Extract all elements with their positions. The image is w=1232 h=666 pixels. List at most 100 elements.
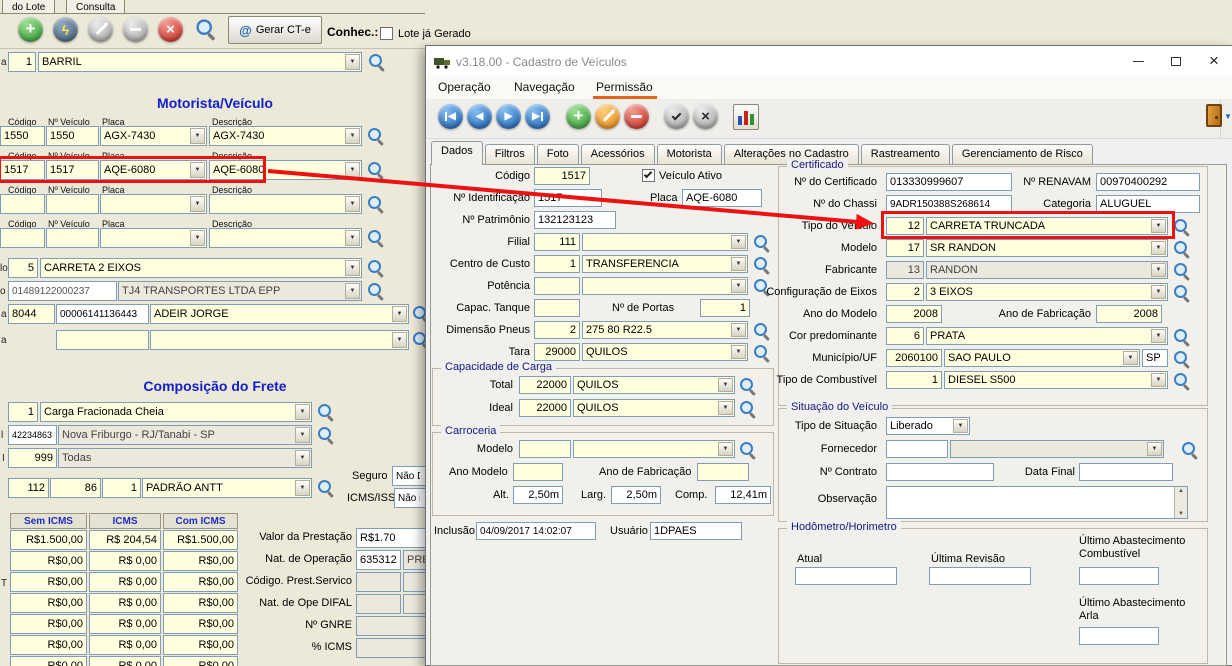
- cor-combo[interactable]: PRATA: [926, 327, 1168, 345]
- search-icon[interactable]: [195, 18, 217, 40]
- alt-field[interactable]: 2,50m: [513, 486, 563, 504]
- edit-button[interactable]: [88, 17, 113, 42]
- total-cell[interactable]: R$0,00: [10, 593, 87, 613]
- fabricante-combo[interactable]: RANDON: [926, 261, 1168, 279]
- dropdown-arrow-icon[interactable]: [1151, 329, 1166, 343]
- modelo-combo[interactable]: SR RANDON: [926, 239, 1168, 257]
- carroceria-modelo-combo[interactable]: [573, 440, 735, 458]
- praca-combo[interactable]: BARRIL: [38, 52, 362, 72]
- dropdown-arrow-icon[interactable]: [190, 196, 205, 212]
- num-certificado-field[interactable]: 013330999607: [886, 173, 1012, 191]
- total-cell[interactable]: R$1.500,00: [10, 530, 87, 550]
- codigo-field[interactable]: 1517: [534, 167, 590, 185]
- dropdown-arrow-icon[interactable]: [345, 196, 360, 212]
- vehicle-num-field[interactable]: 1550: [46, 126, 99, 146]
- comp-field[interactable]: 12,41m: [715, 486, 771, 504]
- total-cell[interactable]: R$1.500,00: [163, 530, 238, 550]
- ult-abastecimento-comb-field[interactable]: [1079, 567, 1159, 585]
- total-cell[interactable]: R$0,00: [163, 593, 238, 613]
- menu-permissao[interactable]: Permissão: [596, 80, 653, 94]
- vehicle-placa-combo[interactable]: [100, 194, 207, 214]
- search-icon[interactable]: [753, 344, 771, 362]
- total-cell[interactable]: R$0,00: [163, 614, 238, 634]
- dropdown-arrow-icon[interactable]: [731, 235, 746, 249]
- capac-tanque-field[interactable]: [534, 299, 580, 317]
- tab-dados[interactable]: Dados: [431, 141, 483, 165]
- total-cell[interactable]: R$0,00: [163, 656, 238, 666]
- nat-difal-field[interactable]: [356, 594, 401, 614]
- nat-operacao-field[interactable]: 635312: [356, 550, 401, 570]
- close-button[interactable]: [1196, 47, 1232, 75]
- observacao-textarea[interactable]: [886, 486, 1188, 519]
- total-cell[interactable]: R$ 0,00: [89, 551, 161, 571]
- uf-field[interactable]: SP: [1142, 349, 1168, 367]
- dropdown-arrow-icon[interactable]: [718, 401, 733, 415]
- cor-code-field[interactable]: 6: [886, 327, 924, 345]
- renavam-field[interactable]: 00970400292: [1096, 173, 1200, 191]
- search-icon[interactable]: [317, 426, 335, 444]
- total-cell[interactable]: R$ 0,00: [89, 572, 161, 592]
- valor-prestacao-field[interactable]: R$1.70: [356, 528, 426, 548]
- dropdown-arrow-icon[interactable]: [345, 128, 360, 144]
- combustivel-code-field[interactable]: 1: [886, 371, 942, 389]
- config-eixos-code-field[interactable]: 2: [886, 283, 924, 301]
- filial-field[interactable]: 111: [534, 233, 580, 251]
- tabela-f2-field[interactable]: 86: [50, 478, 101, 498]
- search-icon[interactable]: [367, 259, 385, 277]
- dropdown-arrow-icon[interactable]: [345, 162, 360, 178]
- total-cell[interactable]: R$0,00: [163, 551, 238, 571]
- total-cell[interactable]: R$0,00: [10, 656, 87, 666]
- data-final-field[interactable]: [1079, 463, 1173, 481]
- tab-do-lote[interactable]: do Lote: [2, 0, 55, 14]
- municipio-code-field[interactable]: 2060100: [886, 349, 942, 367]
- toolbar-overflow-chevron[interactable]: [1224, 112, 1232, 121]
- tipo-situacao-combo[interactable]: Liberado: [886, 417, 970, 435]
- dropdown-arrow-icon[interactable]: [731, 323, 746, 337]
- ano-do-modelo-field[interactable]: 2008: [886, 305, 942, 323]
- identificacao-field[interactable]: 1517: [534, 189, 602, 207]
- fabricante-code-field[interactable]: 13: [886, 261, 924, 279]
- cancel-button[interactable]: [158, 17, 183, 42]
- ideal-unit-combo[interactable]: QUILOS: [573, 399, 735, 417]
- total-cell[interactable]: R$ 204,54: [89, 530, 161, 550]
- search-icon[interactable]: [367, 195, 385, 213]
- motorista2-doc-field[interactable]: [56, 330, 149, 350]
- tab-foto[interactable]: Foto: [537, 144, 579, 165]
- ano-fabricacao-field[interactable]: [697, 463, 749, 481]
- dropdown-arrow-icon[interactable]: [392, 332, 407, 348]
- tab-rastreamento[interactable]: Rastreamento: [861, 144, 950, 165]
- total-cell[interactable]: R$0,00: [10, 614, 87, 634]
- larg-field[interactable]: 2,50m: [611, 486, 661, 504]
- dropdown-arrow-icon[interactable]: [345, 230, 360, 246]
- total-cell[interactable]: R$ 0,00: [89, 593, 161, 613]
- search-icon[interactable]: [317, 403, 335, 421]
- tabela-f3-field[interactable]: 1: [102, 478, 141, 498]
- config-eixos-combo[interactable]: 3 EIXOS: [926, 283, 1168, 301]
- gnre-field[interactable]: [356, 616, 426, 636]
- ult-abastecimento-arla-field[interactable]: [1079, 627, 1159, 645]
- dropdown-arrow-icon[interactable]: [1151, 263, 1166, 277]
- ultima-revisao-field[interactable]: [929, 567, 1031, 585]
- generate-button[interactable]: [53, 17, 78, 42]
- motorista-combo[interactable]: ADEIR JORGE: [150, 304, 409, 324]
- fornecedor-code-field[interactable]: [886, 440, 948, 458]
- dropdown-arrow-icon[interactable]: [295, 480, 310, 496]
- modelo-code-field[interactable]: 5: [8, 258, 38, 278]
- municipio-combo[interactable]: SAO PAULO: [944, 349, 1140, 367]
- tab-filtros[interactable]: Filtros: [485, 144, 535, 165]
- dropdown-arrow-icon[interactable]: [345, 54, 360, 70]
- dropdown-arrow-icon[interactable]: [718, 442, 733, 456]
- motorista-doc-field[interactable]: 00006141136443: [56, 304, 149, 324]
- dropdown-arrow-icon[interactable]: [295, 404, 310, 420]
- search-icon[interactable]: [739, 441, 757, 459]
- search-icon[interactable]: [1173, 284, 1191, 302]
- delete-button[interactable]: [624, 104, 649, 129]
- nav-last-button[interactable]: [525, 104, 550, 129]
- total-cell[interactable]: R$0,00: [10, 572, 87, 592]
- potencia-combo[interactable]: [582, 277, 748, 295]
- menu-operacao[interactable]: Operação: [438, 80, 491, 94]
- gerar-cte-button[interactable]: @ Gerar CT-e: [228, 16, 322, 44]
- dropdown-arrow-icon[interactable]: [1151, 241, 1166, 255]
- filial-combo[interactable]: [582, 233, 748, 251]
- tab-acessorios[interactable]: Acessórios: [581, 144, 655, 165]
